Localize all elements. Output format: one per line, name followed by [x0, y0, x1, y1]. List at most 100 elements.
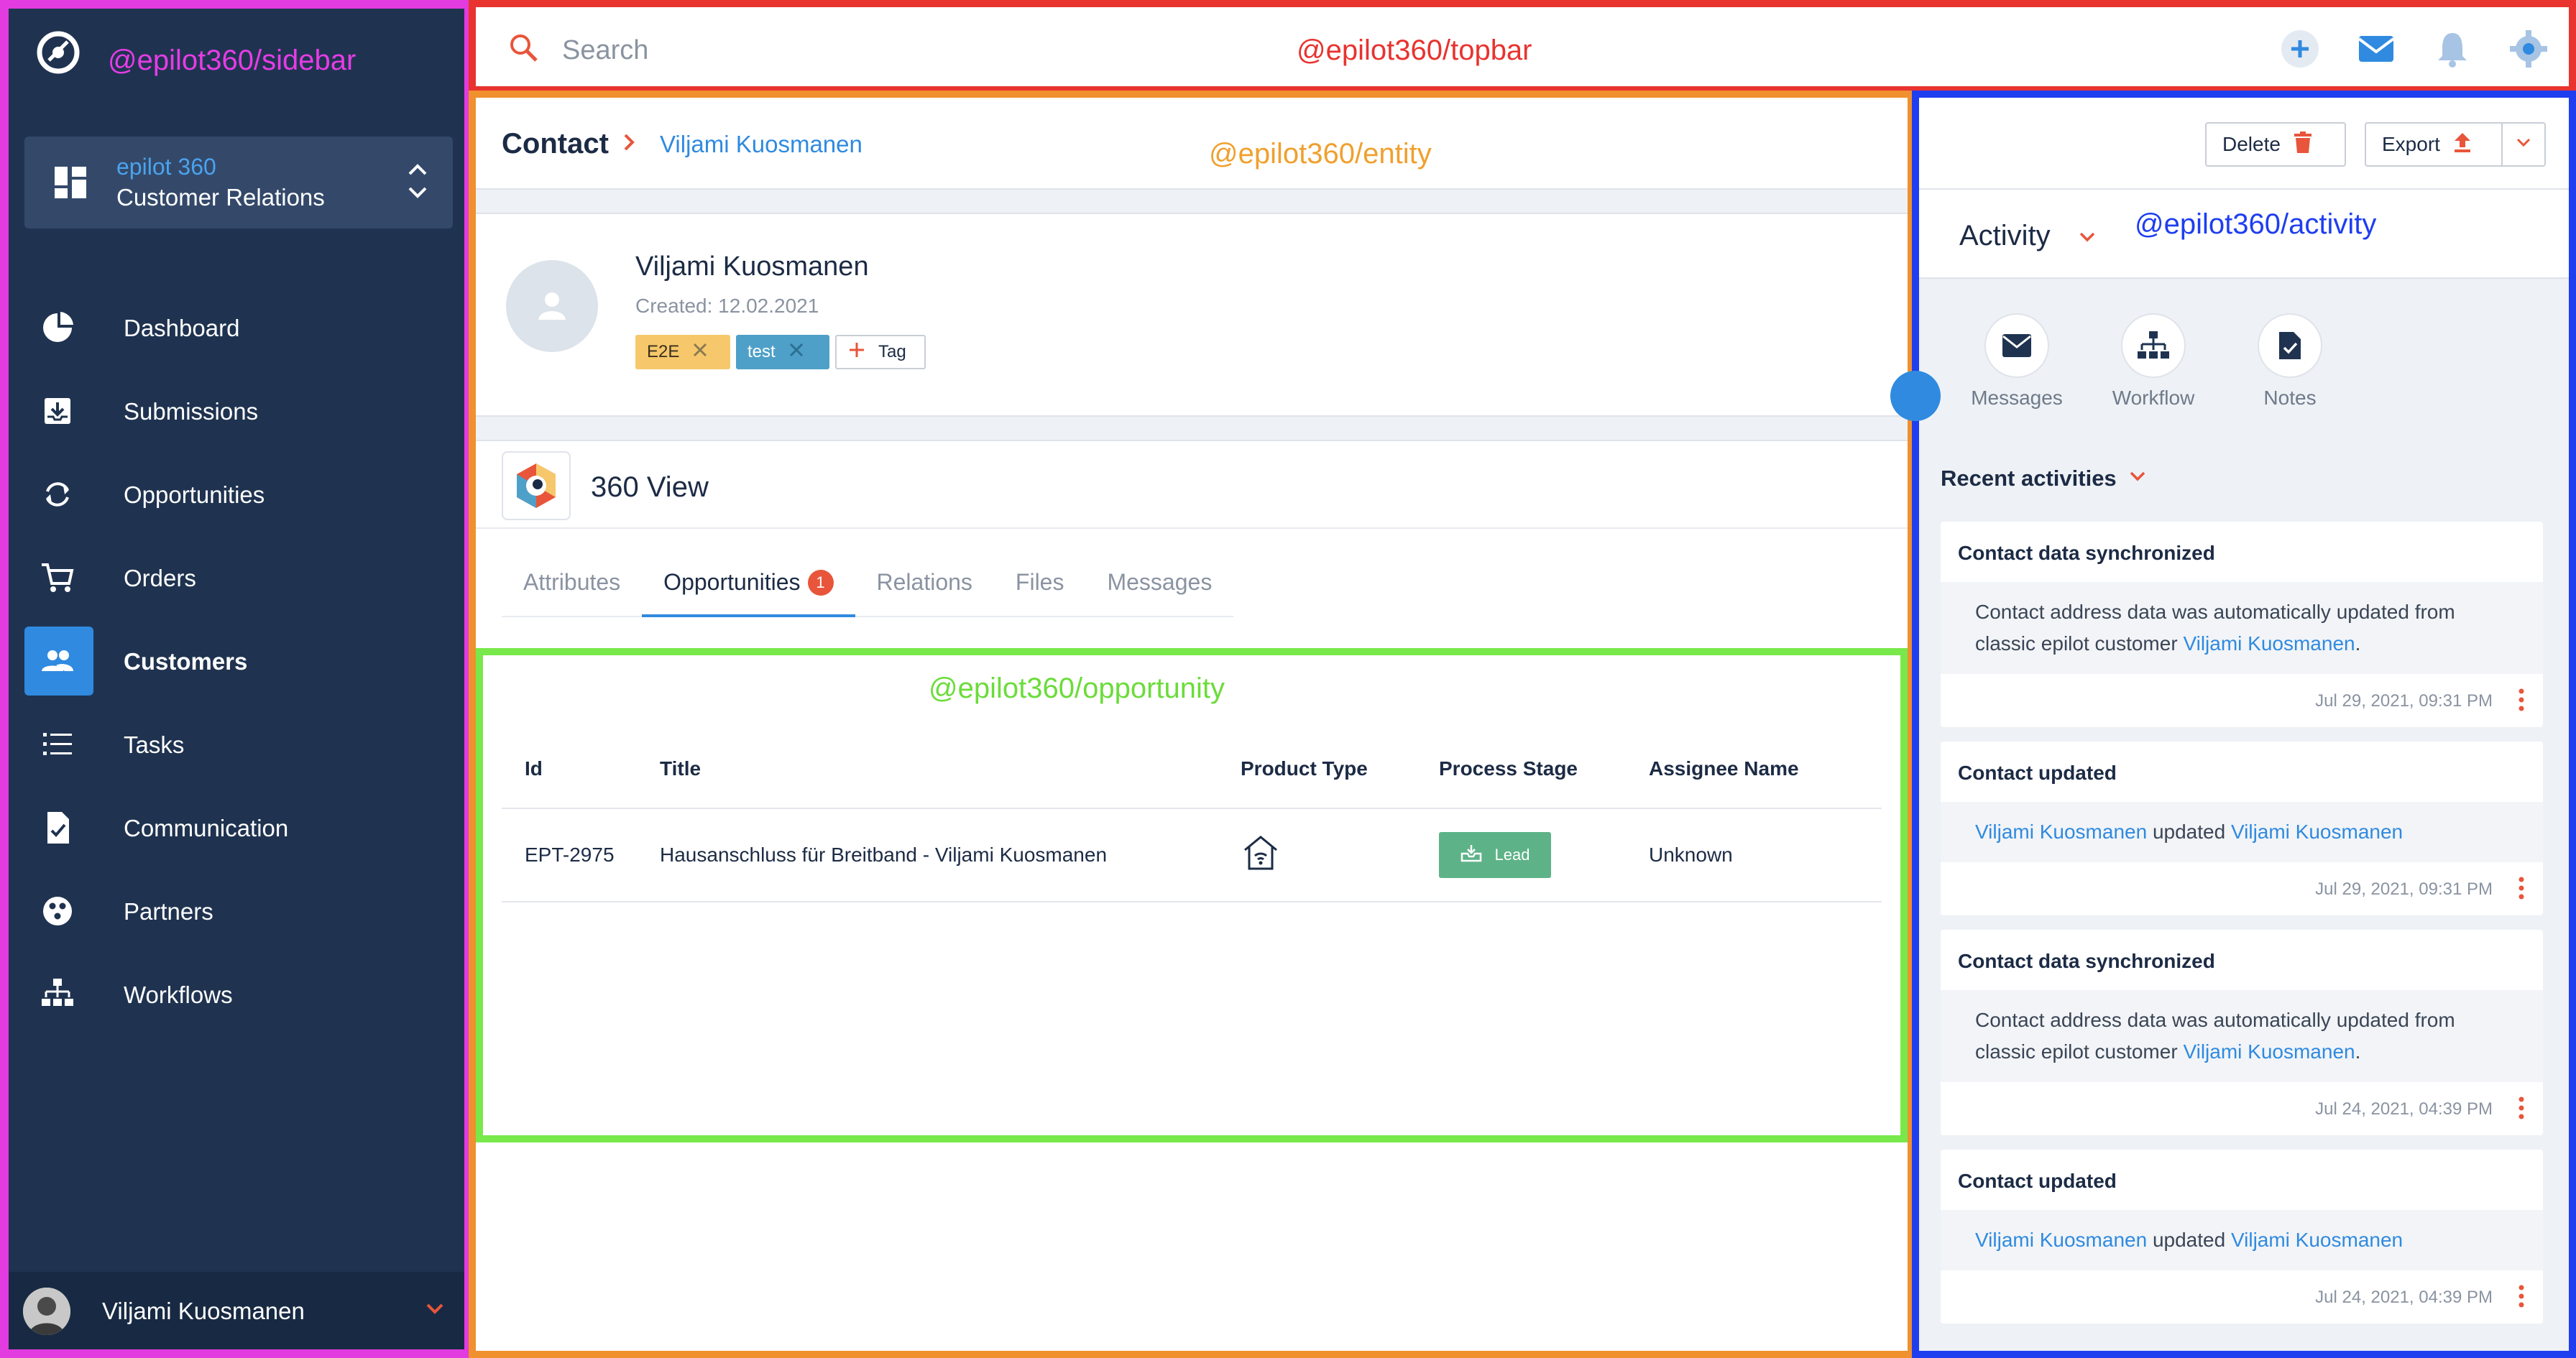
activity-text: updated	[2147, 821, 2231, 843]
more-vertical-icon[interactable]	[2517, 875, 2526, 905]
tab-bar: Attributes Opportunities 1 Relations File…	[476, 527, 1908, 632]
activity-panel: Delete Export Activity @epilot360/activi…	[1912, 91, 2576, 1358]
quick-action-workflow[interactable]: Workflow	[2112, 313, 2194, 410]
panel-toggle-handle[interactable]	[1890, 371, 1941, 421]
sidebar-item-partners[interactable]: Partners	[24, 877, 453, 946]
breadcrumb-current[interactable]: Viljami Kuosmanen	[660, 131, 862, 158]
note-icon	[2258, 313, 2322, 378]
sidebar-item-label: Tasks	[124, 731, 185, 758]
user-menu[interactable]: Viljami Kuosmanen	[9, 1272, 464, 1349]
app-switcher-org: epilot 360	[116, 154, 216, 180]
tab-opportunities[interactable]: Opportunities 1	[642, 569, 855, 617]
inbox-icon	[1460, 844, 1482, 867]
activity-item-body: Contact address data was automatically u…	[1941, 582, 2543, 674]
app-switcher-app: Customer Relations	[116, 184, 325, 211]
close-icon[interactable]	[692, 342, 708, 363]
sidebar-item-communication[interactable]: Communication	[24, 793, 453, 862]
view-360-logo-icon	[502, 451, 571, 520]
delete-label: Delete	[2222, 133, 2281, 155]
activity-item-footer: Jul 24, 2021, 04:39 PM	[1941, 1270, 2543, 1324]
contact-link[interactable]: Viljami Kuosmanen	[2231, 1229, 2403, 1251]
sidebar-item-dashboard[interactable]: Dashboard	[24, 293, 453, 362]
tab-relations[interactable]: Relations	[855, 569, 994, 616]
contact-link[interactable]: Viljami Kuosmanen	[2183, 1040, 2355, 1063]
timestamp: Jul 29, 2021, 09:31 PM	[2315, 691, 2493, 711]
quick-action-label: Messages	[1971, 387, 2063, 409]
column-header[interactable]: Process Stage	[1439, 757, 1649, 780]
timestamp: Jul 24, 2021, 04:39 PM	[2315, 1099, 2493, 1119]
more-vertical-icon[interactable]	[2517, 1095, 2526, 1124]
app-switcher[interactable]: epilot 360 Customer Relations	[24, 137, 453, 228]
export-button[interactable]: Export	[2365, 122, 2503, 167]
contact-link[interactable]: Viljami Kuosmanen	[2231, 821, 2403, 843]
chevron-down-icon	[2128, 466, 2147, 491]
column-header[interactable]: Id	[502, 757, 660, 780]
activity-list: Contact data synchronized Contact addres…	[1941, 522, 2543, 1338]
more-vertical-icon[interactable]	[2517, 687, 2526, 716]
dashboard-grid-icon	[55, 167, 86, 202]
more-vertical-icon[interactable]	[2517, 1283, 2526, 1313]
tabs: Attributes Opportunities 1 Relations File…	[502, 569, 1234, 617]
sidebar-nav: Dashboard Submissions Opportunities Orde…	[24, 293, 453, 1043]
close-icon[interactable]	[788, 342, 804, 363]
activity-item: Contact data synchronized Contact addres…	[1941, 930, 2543, 1135]
sidebar-item-opportunities[interactable]: Opportunities	[24, 460, 453, 529]
activity-item: Contact data synchronized Contact addres…	[1941, 522, 2543, 727]
activity-item-body: Contact address data was automatically u…	[1941, 990, 2543, 1082]
quick-action-messages[interactable]: Messages	[1971, 313, 2063, 410]
quick-action-label: Workflow	[2112, 387, 2195, 409]
chevron-right-icon	[620, 132, 640, 156]
sidebar-item-customers[interactable]: Customers	[24, 627, 453, 696]
recent-activities-filter[interactable]: Recent activities	[1941, 466, 2147, 491]
column-header[interactable]: Title	[660, 757, 1241, 780]
export-dropdown-button[interactable]	[2501, 122, 2546, 167]
bell-icon[interactable]	[2432, 29, 2472, 69]
sidebar-item-label: Communication	[124, 815, 289, 841]
stage-badge: Lead	[1439, 832, 1551, 878]
tab-messages[interactable]: Messages	[1085, 569, 1233, 616]
delete-button[interactable]: Delete	[2205, 122, 2346, 167]
timestamp: Jul 29, 2021, 09:31 PM	[2315, 879, 2493, 899]
activity-mfe-label: @epilot360/activity	[2135, 208, 2377, 240]
recent-activities-label: Recent activities	[1941, 466, 2117, 491]
trash-icon	[2294, 131, 2312, 158]
epilot-logo-icon[interactable]	[33, 27, 83, 78]
topbar-mfe-label: @epilot360/topbar	[1297, 34, 1532, 66]
sidebar-item-workflows[interactable]: Workflows	[24, 960, 453, 1029]
mail-icon[interactable]	[2356, 29, 2396, 69]
sidebar-item-submissions[interactable]: Submissions	[24, 377, 453, 445]
process-stage: Lead	[1439, 832, 1649, 878]
column-header[interactable]: Assignee Name	[1649, 757, 1882, 780]
contact-link[interactable]: Viljami Kuosmanen	[2183, 632, 2355, 655]
contact-link[interactable]: Viljami Kuosmanen	[1975, 821, 2147, 843]
people-icon	[40, 644, 75, 678]
activity-item-title: Contact updated	[1958, 762, 2117, 784]
activity-item-body: Viljami Kuosmanen updated Viljami Kuosma…	[1941, 1210, 2543, 1270]
chevron-down-icon[interactable]	[2077, 227, 2097, 251]
upload-icon	[2453, 131, 2472, 158]
tab-attributes[interactable]: Attributes	[502, 569, 642, 616]
activity-title[interactable]: Activity	[1959, 220, 2051, 252]
quick-action-notes[interactable]: Notes	[2254, 313, 2326, 410]
workflow-icon	[2121, 313, 2186, 378]
count-badge: 1	[807, 569, 834, 596]
column-header[interactable]: Product Type	[1241, 757, 1439, 780]
assignee-name: Unknown	[1649, 844, 1733, 866]
plus-icon[interactable]	[2280, 29, 2320, 69]
tag-label: E2E	[647, 342, 680, 361]
tab-label: Opportunities	[663, 569, 801, 595]
breadcrumb-root[interactable]: Contact	[502, 128, 609, 160]
activity-title-row: Activity @epilot360/activity	[1919, 190, 2569, 279]
tab-files[interactable]: Files	[994, 569, 1086, 616]
sidebar-item-label: Partners	[124, 898, 213, 925]
gear-icon[interactable]	[2508, 29, 2549, 69]
sidebar-item-tasks[interactable]: Tasks	[24, 710, 453, 779]
add-tag-button[interactable]: Tag	[835, 335, 926, 369]
opportunity-mfe-label: @epilot360/opportunity	[929, 673, 1225, 704]
table-row[interactable]: EPT-2975 Hausanschluss für Breitband - V…	[502, 809, 1882, 902]
search-input[interactable]	[562, 29, 1065, 72]
activity-text: updated	[2147, 1229, 2231, 1251]
user-name: Viljami Kuosmanen	[102, 1298, 305, 1324]
sidebar-item-orders[interactable]: Orders	[24, 543, 453, 612]
contact-link[interactable]: Viljami Kuosmanen	[1975, 1229, 2147, 1251]
